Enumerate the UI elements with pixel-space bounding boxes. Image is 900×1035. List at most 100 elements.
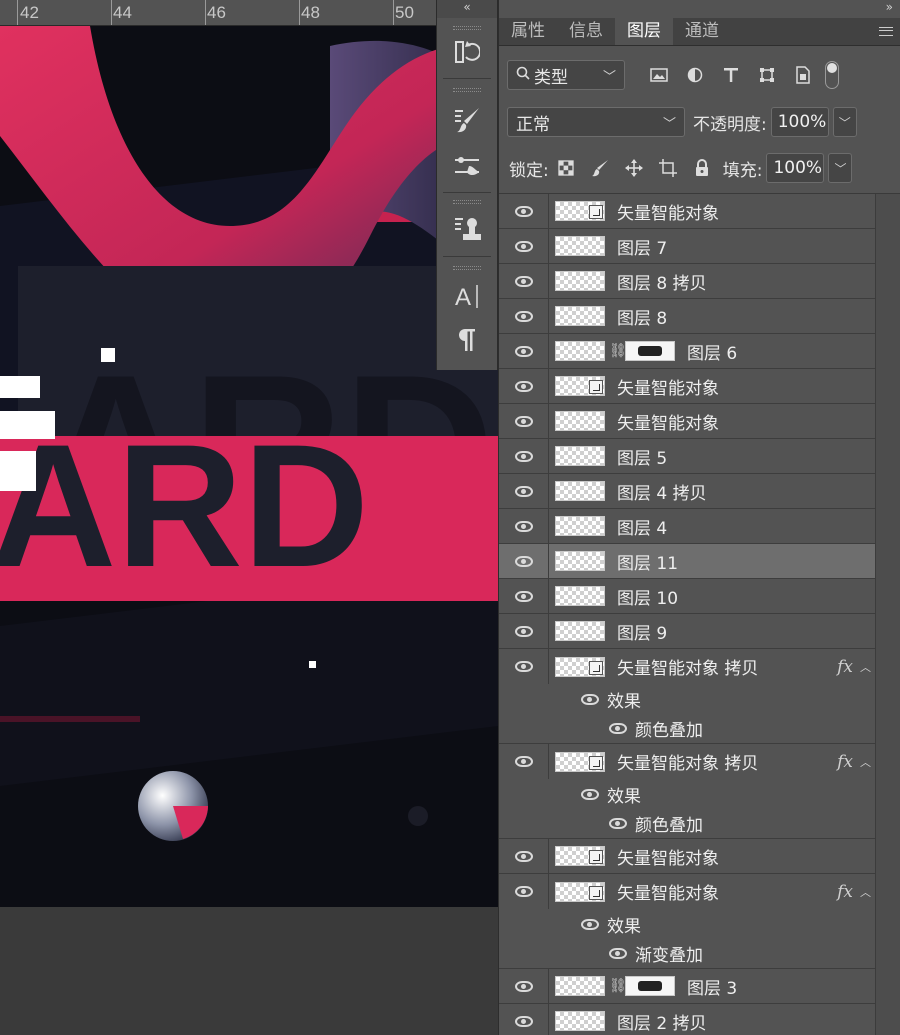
character-icon[interactable]: A — [447, 276, 487, 316]
layer-thumbnail[interactable] — [555, 586, 605, 606]
layer-thumbnail[interactable] — [555, 846, 605, 866]
layer-row[interactable]: ⛓ 图层 6 — [499, 333, 875, 369]
visibility-toggle[interactable] — [499, 968, 549, 1004]
collapse-panel-icon[interactable]: » — [499, 0, 900, 18]
panel-menu-icon[interactable] — [871, 17, 900, 45]
effects-row[interactable]: 效果 — [499, 909, 875, 939]
fill-input[interactable]: 100% — [766, 153, 825, 183]
layer-thumbnail[interactable] — [555, 1011, 605, 1031]
layer-name[interactable]: 图层 8 拷贝 — [617, 269, 707, 294]
brush-settings-icon[interactable] — [447, 146, 487, 186]
layer-name[interactable]: 矢量智能对象 — [617, 844, 719, 869]
layer-thumbnail[interactable] — [555, 621, 605, 641]
grip-icon[interactable] — [453, 200, 481, 204]
layer-name[interactable]: 矢量智能对象 — [617, 879, 719, 904]
visibility-toggle[interactable] — [499, 578, 549, 614]
layer-name[interactable]: 图层 10 — [617, 584, 678, 609]
layer-row[interactable]: 矢量智能对象 拷贝 fx ︿ — [499, 744, 875, 779]
layer-row[interactable]: 图层 8 — [499, 298, 875, 334]
layer-name[interactable]: 矢量智能对象 — [617, 199, 719, 224]
visibility-toggle[interactable] — [499, 403, 549, 439]
effect-item-row[interactable]: 颜色叠加 — [499, 714, 875, 744]
grip-icon[interactable] — [453, 88, 481, 92]
filter-type-icon[interactable] — [713, 60, 749, 90]
visibility-toggle[interactable] — [499, 744, 549, 779]
visibility-toggle[interactable] — [499, 1003, 549, 1035]
visibility-toggle[interactable] — [499, 613, 549, 649]
tab-info[interactable]: 信息 — [557, 17, 615, 45]
layers-scrollbar[interactable] — [875, 194, 900, 1035]
tab-layers[interactable]: 图层 — [615, 17, 673, 45]
layer-row[interactable]: ⛓ 图层 3 — [499, 968, 875, 1004]
filter-shape-icon[interactable] — [749, 60, 785, 90]
mask-link-icon[interactable]: ⛓ — [609, 343, 627, 359]
visibility-toggle[interactable] — [499, 298, 549, 334]
layer-name[interactable]: 图层 11 — [617, 549, 678, 574]
layer-thumbnail[interactable] — [555, 881, 605, 902]
visibility-toggle[interactable] — [499, 874, 549, 909]
tab-channels[interactable]: 通道 — [673, 17, 731, 45]
layer-row[interactable]: 矢量智能对象 拷贝 fx ︿ — [499, 649, 875, 684]
visibility-toggle[interactable] — [499, 473, 549, 509]
mask-link-icon[interactable]: ⛓ — [609, 978, 627, 994]
lock-position-move-icon[interactable] — [617, 153, 651, 183]
visibility-toggle[interactable] — [499, 194, 549, 229]
lock-transparent-icon[interactable] — [549, 153, 583, 183]
eye-icon[interactable] — [609, 818, 627, 829]
visibility-toggle[interactable] — [499, 263, 549, 299]
layer-row[interactable]: 矢量智能对象 — [499, 403, 875, 439]
layer-thumbnail[interactable] — [555, 551, 605, 571]
eye-icon[interactable] — [581, 788, 599, 800]
filter-adjustment-icon[interactable] — [677, 60, 713, 90]
layer-name[interactable]: 图层 4 — [617, 514, 667, 539]
eye-icon[interactable] — [581, 693, 599, 705]
layer-mask-thumbnail[interactable] — [625, 976, 675, 996]
layer-name[interactable]: 图层 5 — [617, 444, 667, 469]
layer-thumbnail[interactable] — [555, 306, 605, 326]
layers-list[interactable]: 矢量智能对象 图层 7 图层 8 拷贝 图层 8 ⛓ 图层 6 矢量智能对象 矢量智能对象 图层… — [499, 194, 875, 1035]
opacity-slider-button[interactable]: ﹀ — [832, 107, 857, 137]
lock-artboard-icon[interactable] — [651, 153, 685, 183]
layer-name[interactable]: 图层 4 拷贝 — [617, 479, 707, 504]
blend-mode-dropdown[interactable]: 正常 ﹀ — [507, 107, 685, 137]
layer-row[interactable]: 矢量智能对象 fx ︿ — [499, 874, 875, 909]
effect-item-row[interactable]: 颜色叠加 — [499, 809, 875, 839]
artwork-image[interactable]: ARD ARD — [0, 26, 498, 907]
grip-icon[interactable] — [453, 26, 481, 30]
layer-name[interactable]: 矢量智能对象 — [617, 409, 719, 434]
layer-name[interactable]: 图层 6 — [687, 339, 737, 364]
layer-row[interactable]: 图层 9 — [499, 613, 875, 649]
eye-icon[interactable] — [609, 948, 627, 959]
layer-thumbnail[interactable] — [555, 446, 605, 466]
collapse-dock-icon[interactable]: « — [437, 0, 497, 18]
chevron-up-icon[interactable]: ︿ — [860, 884, 871, 900]
layer-row[interactable]: 矢量智能对象 — [499, 194, 875, 229]
lock-image-brush-icon[interactable] — [583, 153, 617, 183]
paragraph-icon[interactable] — [447, 320, 487, 360]
grip-icon[interactable] — [453, 266, 481, 270]
layer-thumbnail[interactable] — [555, 411, 605, 431]
layer-thumbnail[interactable] — [555, 976, 605, 996]
layer-row[interactable]: 矢量智能对象 — [499, 368, 875, 404]
layer-thumbnail[interactable] — [555, 376, 605, 396]
layer-row[interactable]: 图层 4 拷贝 — [499, 473, 875, 509]
layer-name[interactable]: 图层 2 拷贝 — [617, 1009, 707, 1034]
visibility-toggle[interactable] — [499, 543, 549, 579]
layer-thumbnail[interactable] — [555, 271, 605, 291]
layer-thumbnail[interactable] — [555, 751, 605, 772]
layer-name[interactable]: 图层 7 — [617, 234, 667, 259]
fx-icon[interactable]: fx — [837, 752, 853, 772]
layer-thumbnail[interactable] — [555, 656, 605, 677]
visibility-toggle[interactable] — [499, 368, 549, 404]
layer-row[interactable]: 图层 11 — [499, 543, 875, 579]
filter-pixel-icon[interactable] — [641, 60, 677, 90]
eye-icon[interactable] — [609, 723, 627, 734]
filter-kind-dropdown[interactable]: 类型 ﹀ — [507, 60, 625, 90]
layer-row[interactable]: 图层 2 拷贝 — [499, 1003, 875, 1035]
visibility-toggle[interactable] — [499, 649, 549, 684]
effects-row[interactable]: 效果 — [499, 684, 875, 714]
layer-name[interactable]: 图层 8 — [617, 304, 667, 329]
lock-all-icon[interactable] — [685, 153, 719, 183]
effect-item-row[interactable]: 渐变叠加 — [499, 939, 875, 969]
layer-thumbnail[interactable] — [555, 341, 605, 361]
